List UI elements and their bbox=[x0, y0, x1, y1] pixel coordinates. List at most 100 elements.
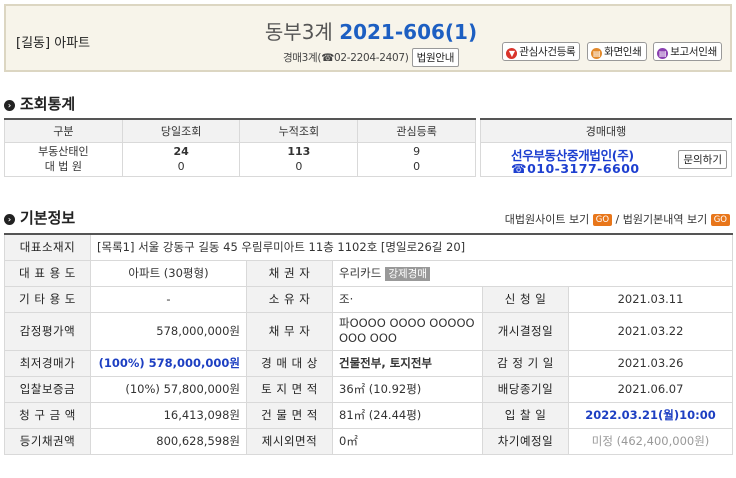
info-label: 배당종기일 bbox=[482, 375, 569, 403]
info-value: 건물전부, 토지전부 bbox=[332, 349, 483, 377]
supreme-court-site-link[interactable]: 대법원사이트 보기 bbox=[505, 213, 589, 226]
info-value: 2021.03.22 bbox=[567, 311, 734, 351]
property-category: [길동] 아파트 bbox=[16, 36, 91, 51]
total-court: 0 bbox=[295, 160, 303, 173]
info-value: 36㎡ (10.92평) bbox=[332, 375, 483, 403]
debtor-value: 파OOOO OOOO OOOOO OOO OOO bbox=[332, 311, 483, 351]
court-detail-link[interactable]: 법원기본내역 보기 bbox=[623, 213, 707, 226]
stats-col-header: 구분 bbox=[4, 118, 123, 143]
print-report-label: 보고서인쇄 bbox=[670, 46, 717, 58]
print-screen-button[interactable]: ▤ 화면인쇄 bbox=[587, 42, 647, 61]
stats-row: 부동산태인 대 법 원 24 0 113 0 90 bbox=[4, 141, 476, 177]
info-value: (10%) 57,800,000원 bbox=[90, 375, 247, 403]
info-row: 청 구 금 액 16,413,098원 건 물 면 적 81㎡ (24.44평)… bbox=[4, 401, 734, 429]
info-label: 입 찰 일 bbox=[482, 401, 569, 429]
info-label: 개시결정일 bbox=[482, 311, 569, 351]
info-label: 감 정 기 일 bbox=[482, 349, 569, 377]
info-label: 채 권 자 bbox=[246, 259, 333, 287]
info-label: 채 무 자 bbox=[246, 311, 333, 351]
print-screen-label: 화면인쇄 bbox=[604, 46, 642, 58]
info-row: 대 표 용 도 아파트 (30평형) 채 권 자 우리카드 강제경매 bbox=[4, 259, 734, 287]
info-value: 조· bbox=[332, 285, 483, 313]
link-separator: / bbox=[612, 213, 623, 226]
external-links: 대법원사이트 보기 GO / 법원기본내역 보기 GO bbox=[505, 211, 730, 227]
interest-register-label: 관심사건등록 bbox=[519, 46, 576, 58]
info-row: 등기채권액 800,628,598원 제시외면적 0㎡ 차기예정일 미정 (46… bbox=[4, 427, 734, 455]
info-label: 기 타 용 도 bbox=[4, 285, 91, 313]
download-icon: ▼ bbox=[506, 48, 518, 59]
case-number: 2021-606(1) bbox=[339, 20, 478, 44]
address-label: 대표소재지 bbox=[4, 233, 91, 261]
total-taein: 113 bbox=[287, 145, 311, 158]
stats-table: 구분 당일조회 누적조회 관심등록 부동산태인 대 법 원 24 0 113 0 90 bbox=[4, 118, 476, 177]
info-value: 2021.03.26 bbox=[567, 349, 734, 377]
info-label: 토 지 면 적 bbox=[246, 375, 333, 403]
stats-total-cell: 113 0 bbox=[239, 141, 359, 177]
contact-phone: 경매3계(☎02-2204-2407) bbox=[282, 52, 409, 64]
auction-type-badge: 강제경매 bbox=[385, 267, 430, 281]
go-button[interactable]: GO bbox=[710, 214, 730, 226]
stats-col-header: 누적조회 bbox=[239, 118, 359, 143]
inquiry-button[interactable]: 문의하기 bbox=[678, 149, 727, 169]
info-label: 최저경매가 bbox=[4, 349, 91, 377]
bullet-arrow-icon: › bbox=[4, 214, 15, 225]
info-value: 아파트 (30평형) bbox=[90, 259, 247, 287]
agent-header: 경매대행 bbox=[480, 118, 732, 143]
info-value: 2021.06.07 bbox=[567, 375, 734, 403]
interest-court: 0 bbox=[413, 160, 421, 173]
stats-col-header: 당일조회 bbox=[121, 118, 241, 143]
case-title-block: 동부3계 2021-606(1) 경매3계(☎02-2204-2407) 법원안… bbox=[236, 16, 506, 67]
info-label: 소 유 자 bbox=[246, 285, 333, 313]
interest-taein: 9 bbox=[413, 145, 421, 158]
bid-date-value: 2022.03.21(월)10:00 bbox=[567, 401, 734, 429]
info-row: 대표소재지 [목록1] 서울 강동구 길동 45 우림루미아트 11층 1102… bbox=[4, 233, 734, 261]
info-label: 대 표 용 도 bbox=[4, 259, 91, 287]
debtor-line-2: OOO OOO bbox=[339, 331, 397, 345]
court-info-button[interactable]: 법원안내 bbox=[411, 48, 460, 67]
info-value: 81㎡ (24.44평) bbox=[332, 401, 483, 429]
info-label: 입찰보증금 bbox=[4, 375, 91, 403]
info-value: 2021.03.11 bbox=[567, 285, 734, 313]
report-icon: ▤ bbox=[657, 48, 669, 59]
today-taein: 24 bbox=[173, 145, 189, 158]
stats-today-cell: 24 0 bbox=[121, 141, 241, 177]
info-value: 0㎡ bbox=[332, 427, 483, 455]
info-row: 최저경매가 (100%) 578,000,000원 경 매 대 상 건물전부, … bbox=[4, 349, 734, 377]
go-button[interactable]: GO bbox=[592, 214, 613, 226]
basic-section-title: › 기본정보 bbox=[4, 207, 75, 228]
stats-source-cell: 부동산태인대 법 원 bbox=[4, 141, 123, 177]
header-actions: ▼ 관심사건등록 ▤ 화면인쇄 ▤ 보고서인쇄 bbox=[499, 42, 722, 61]
min-bid-value: (100%) 578,000,000원 bbox=[90, 349, 247, 377]
creditor-name: 우리카드 bbox=[339, 266, 382, 280]
info-row: 입찰보증금 (10%) 57,800,000원 토 지 면 적 36㎡ (10.… bbox=[4, 375, 734, 403]
info-label: 등기채권액 bbox=[4, 427, 91, 455]
basic-info-table: 대표소재지 [목록1] 서울 강동구 길동 45 우림루미아트 11층 1102… bbox=[4, 233, 734, 455]
info-label: 경 매 대 상 bbox=[246, 349, 333, 377]
info-value: - bbox=[90, 285, 247, 313]
next-date-value: 미정 (462,400,000원) bbox=[567, 427, 734, 455]
info-label: 청 구 금 액 bbox=[4, 401, 91, 429]
info-label: 신 청 일 bbox=[482, 285, 569, 313]
info-row: 감정평가액 578,000,000원 채 무 자 파OOOO OOOO OOOO… bbox=[4, 311, 734, 351]
info-label: 감정평가액 bbox=[4, 311, 91, 351]
source-court: 대 법 원 bbox=[44, 160, 83, 173]
court-contact: 경매3계(☎02-2204-2407) 법원안내 bbox=[236, 48, 506, 67]
interest-register-button[interactable]: ▼ 관심사건등록 bbox=[502, 42, 581, 61]
source-taein: 부동산태인 bbox=[38, 145, 89, 158]
case-header: [길동] 아파트 동부3계 2021-606(1) 경매3계(☎02-2204-… bbox=[4, 4, 732, 72]
printer-icon: ▤ bbox=[591, 48, 603, 59]
stats-section-title: › 조회통계 bbox=[4, 93, 75, 114]
creditor-value: 우리카드 강제경매 bbox=[331, 259, 734, 287]
info-value: 578,000,000원 bbox=[90, 311, 247, 351]
stats-header-row: 구분 당일조회 누적조회 관심등록 bbox=[4, 118, 476, 143]
agent-cell: 선우부동산중개법인(주) ☎010-3177-6600 문의하기 bbox=[480, 141, 732, 177]
bullet-arrow-icon: › bbox=[4, 100, 15, 111]
case-title: 동부3계 2021-606(1) bbox=[236, 16, 506, 45]
today-court: 0 bbox=[177, 160, 185, 173]
auction-agent-table: 경매대행 선우부동산중개법인(주) ☎010-3177-6600 문의하기 bbox=[480, 118, 732, 177]
info-row: 기 타 용 도 - 소 유 자 조· 신 청 일 2021.03.11 bbox=[4, 285, 734, 313]
info-label: 건 물 면 적 bbox=[246, 401, 333, 429]
info-label: 차기예정일 bbox=[482, 427, 569, 455]
address-value: [목록1] 서울 강동구 길동 45 우림루미아트 11층 1102호 [명일로… bbox=[89, 233, 734, 261]
print-report-button[interactable]: ▤ 보고서인쇄 bbox=[653, 42, 722, 61]
